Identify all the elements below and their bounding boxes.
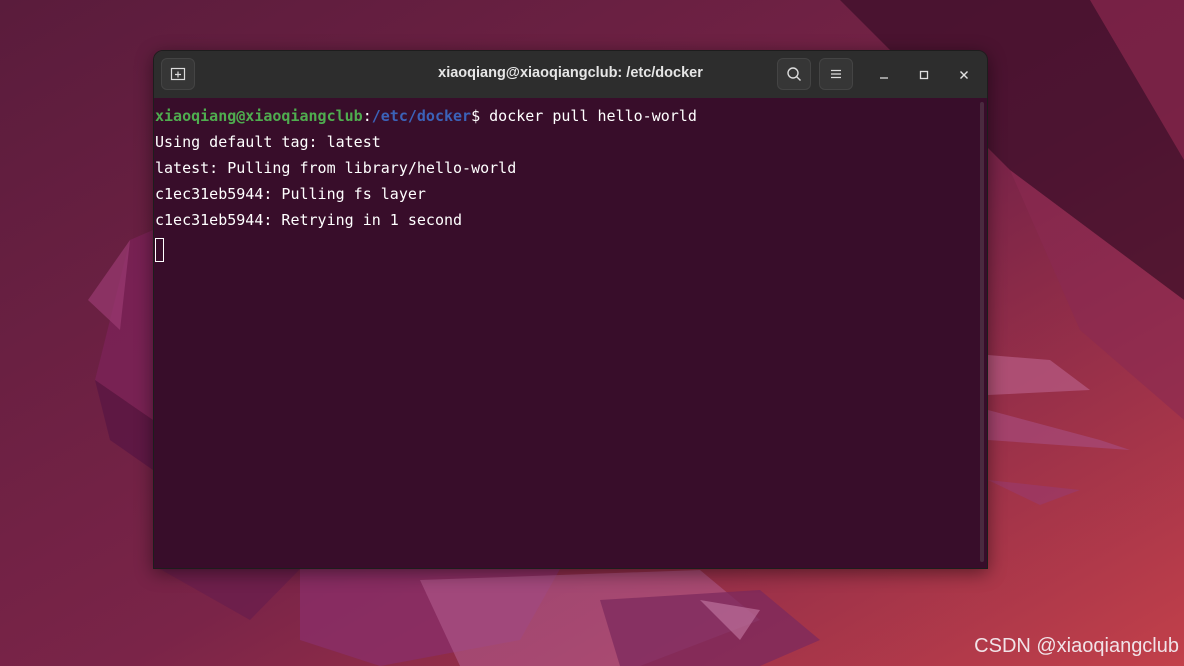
command-text: docker pull hello-world <box>480 107 697 125</box>
output-line: c1ec31eb5944: Pulling fs layer <box>155 185 426 203</box>
minimize-icon <box>880 77 888 79</box>
search-button[interactable] <box>777 58 811 90</box>
menu-button[interactable] <box>819 58 853 90</box>
prompt-user-host: xiaoqiang@xiaoqiangclub <box>155 107 363 125</box>
prompt-path: /etc/docker <box>371 107 472 125</box>
titlebar: xiaoqiang@xiaoqiangclub: /etc/docker <box>154 51 987 99</box>
hamburger-menu-icon <box>831 69 841 79</box>
cursor-line <box>155 236 987 262</box>
minimize-button[interactable] <box>872 63 896 87</box>
output-line: Using default tag: latest <box>155 133 381 151</box>
search-icon <box>787 67 801 81</box>
maximize-button[interactable] <box>912 63 936 87</box>
maximize-icon <box>919 70 929 80</box>
text-cursor <box>155 238 164 262</box>
output-line: latest: Pulling from library/hello-world <box>155 159 517 177</box>
close-icon <box>960 71 968 79</box>
watermark: CSDN @xiaoqiangclub <box>974 635 1179 657</box>
window-title: xiaoqiang@xiaoqiangclub: /etc/docker <box>438 65 703 81</box>
terminal-window: xiaoqiang@xiaoqiangclub: /etc/docker xia… <box>153 50 988 569</box>
prompt-symbol: $ <box>471 107 481 125</box>
terminal-content[interactable]: xiaoqiang@xiaoqiangclub:/etc/docker$ doc… <box>154 98 987 568</box>
new-tab-button[interactable] <box>161 58 195 90</box>
new-tab-icon <box>170 67 186 81</box>
close-button[interactable] <box>952 63 976 87</box>
output-line: c1ec31eb5944: Retrying in 1 second <box>155 211 463 229</box>
command-line: xiaoqiang@xiaoqiangclub:/etc/docker$ doc… <box>155 106 987 132</box>
prompt-colon: : <box>362 107 372 125</box>
scrollbar[interactable] <box>980 102 984 562</box>
